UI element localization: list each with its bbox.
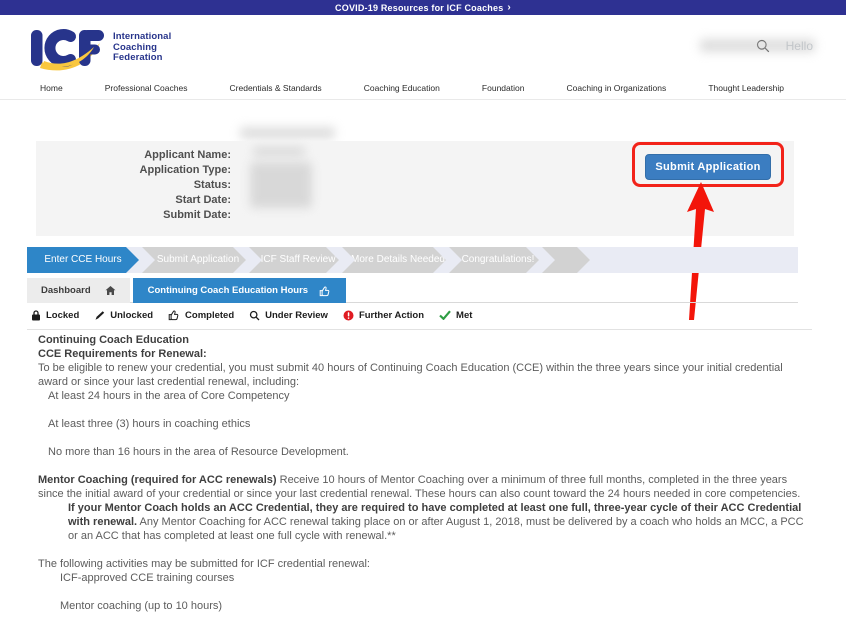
applicant-name-label: Applicant Name: <box>36 148 231 163</box>
covid-banner-text: COVID-19 Resources for ICF Coaches <box>335 3 503 13</box>
home-icon <box>105 285 116 296</box>
legend-further-action: Further Action <box>343 310 424 321</box>
step-more-details-needed: More Details Needed <box>342 247 446 273</box>
application-type-label: Application Type: <box>36 163 231 178</box>
legend-completed: Completed <box>168 309 234 321</box>
nav-item-foundation[interactable]: Foundation <box>482 83 525 93</box>
submit-date-label: Submit Date: <box>36 208 231 223</box>
step-icf-staff-review: ICF Staff Review <box>249 247 339 273</box>
mentor-coaching-paragraph: Mentor Coaching (required for ACC renewa… <box>38 473 812 501</box>
activities-intro: The following activities may be submitte… <box>38 557 812 571</box>
legend-under-review: Under Review <box>249 310 328 321</box>
nav-item-home[interactable]: Home <box>40 83 63 93</box>
step-filler <box>542 247 590 273</box>
tab-dashboard-label: Dashboard <box>41 285 91 296</box>
nav-item-thought-leadership[interactable]: Thought Leadership <box>708 83 784 93</box>
nav-item-credentials-standards[interactable]: Credentials & Standards <box>230 83 322 93</box>
requirement-coaching-ethics: At least three (3) hours in coaching eth… <box>38 417 812 431</box>
requirement-resource-development: No more than 16 hours in the area of Res… <box>38 445 812 459</box>
icf-logo-mark <box>30 25 106 71</box>
content-intro: To be eligible to renew your credential,… <box>38 361 812 389</box>
nav-item-professional-coaches[interactable]: Professional Coaches <box>105 83 188 93</box>
cce-requirements-content: Continuing Coach Education CCE Requireme… <box>27 329 812 613</box>
legend-unlocked: Unlocked <box>94 310 153 321</box>
start-date-label: Start Date: <box>36 193 231 208</box>
tab-dashboard[interactable]: Dashboard <box>27 278 130 303</box>
alert-icon <box>343 310 354 321</box>
site-header: International Coaching Federation Hello <box>0 15 846 77</box>
lock-icon <box>31 310 41 321</box>
content-heading-2: CCE Requirements for Renewal: <box>38 348 207 360</box>
thumbs-up-icon <box>168 309 180 321</box>
legend-met: Met <box>439 310 472 321</box>
step-enter-cce-hours: Enter CCE Hours <box>27 247 139 273</box>
status-label: Status: <box>36 178 231 193</box>
status-legend: Locked Unlocked Completed Under Review <box>31 307 472 323</box>
tab-bar: Dashboard Continuing Coach Education Hou… <box>27 278 798 303</box>
redacted-text <box>240 127 335 139</box>
nav-item-coaching-in-organizations[interactable]: Coaching in Organizations <box>567 83 667 93</box>
tab-continuing-coach-education-hours[interactable]: Continuing Coach Education Hours <box>133 278 346 303</box>
magnifier-icon <box>249 310 260 321</box>
acc-credential-paragraph: If your Mentor Coach holds an ACC Creden… <box>38 501 812 543</box>
tab-cce-label: Continuing Coach Education Hours <box>148 285 308 296</box>
thumbs-up-icon <box>319 285 331 297</box>
nav-item-coaching-education[interactable]: Coaching Education <box>364 83 440 93</box>
submit-application-button[interactable]: Submit Application <box>645 154 771 180</box>
content-heading-1: Continuing Coach Education <box>38 334 189 346</box>
legend-locked: Locked <box>31 310 79 321</box>
icf-logo-wordmark: International Coaching Federation <box>113 32 171 64</box>
check-icon <box>439 310 451 320</box>
icf-logo[interactable]: International Coaching Federation <box>30 25 171 71</box>
redacted-application-details <box>250 162 312 208</box>
activity-mentor-coaching: Mentor coaching (up to 10 hours) <box>38 599 812 613</box>
progress-steps: Enter CCE Hours Submit Application ICF S… <box>27 247 798 273</box>
pencil-icon <box>94 310 105 321</box>
main-nav: Home Professional Coaches Credentials & … <box>0 77 846 100</box>
activity-cce-courses: ICF-approved CCE training courses <box>38 571 812 585</box>
chevron-right-icon: › <box>507 2 511 13</box>
covid-banner-link[interactable]: COVID-19 Resources for ICF Coaches › <box>0 0 846 15</box>
redacted-user-name <box>700 39 815 52</box>
requirement-core-competency: At least 24 hours in the area of Core Co… <box>38 389 812 403</box>
redacted-applicant-name <box>253 147 305 156</box>
step-congratulations: Congratulations! <box>449 247 539 273</box>
page: COVID-19 Resources for ICF Coaches › Int… <box>0 0 846 626</box>
step-submit-application: Submit Application <box>142 247 246 273</box>
